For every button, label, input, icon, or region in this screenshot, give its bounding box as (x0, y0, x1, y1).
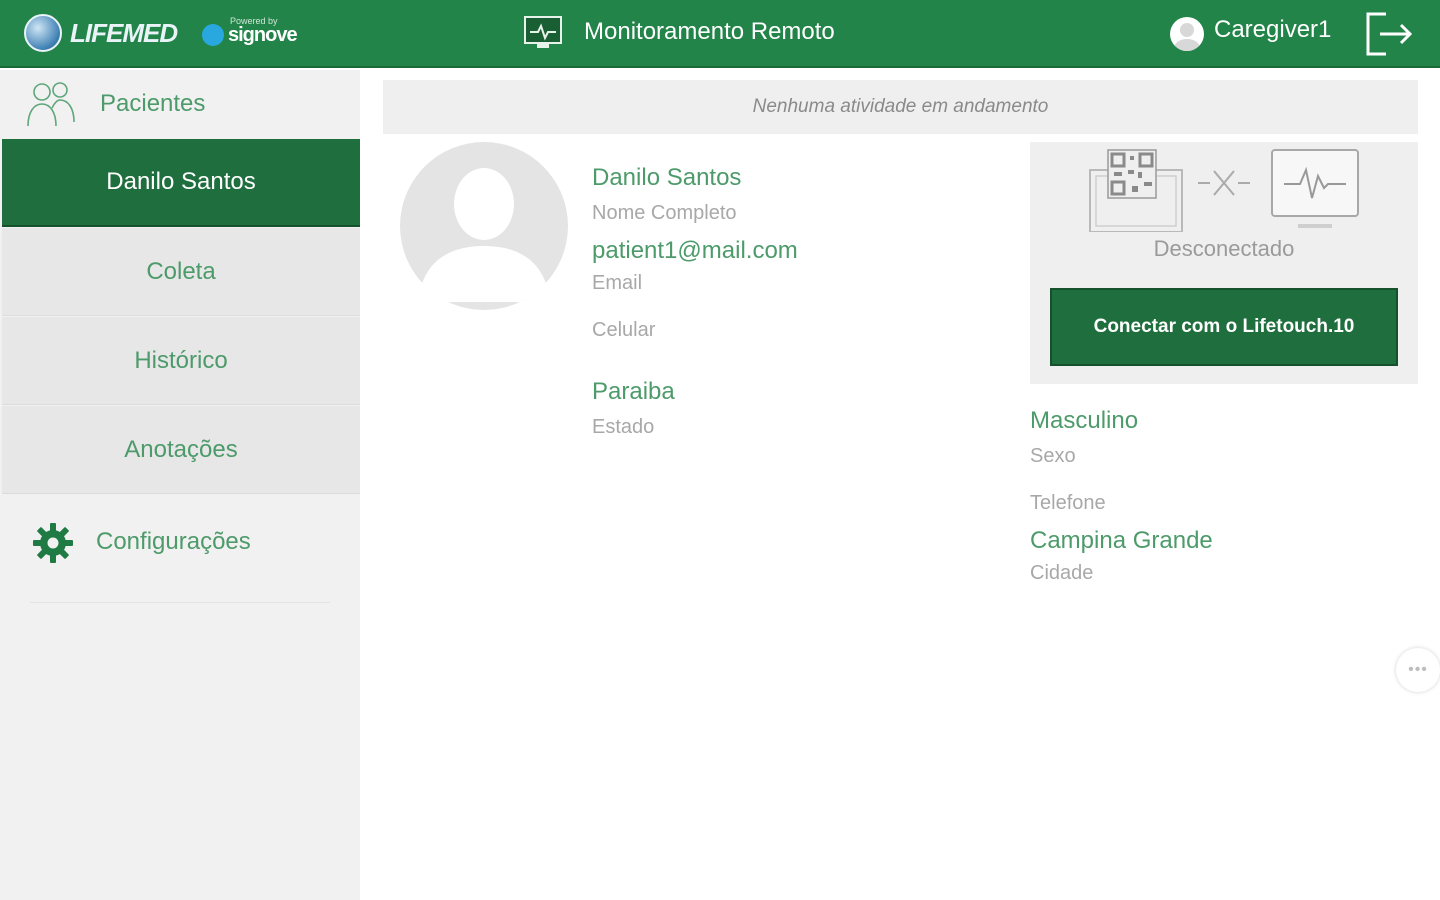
signove-icon (202, 24, 224, 46)
more-options-button[interactable]: ••• (1396, 648, 1440, 692)
divider (30, 602, 330, 603)
connect-device-button[interactable]: Conectar com o Lifetouch.10 (1050, 288, 1398, 366)
sidebar-item-patient[interactable]: Danilo Santos (2, 139, 360, 227)
sidebar-item-label: Anotações (124, 435, 238, 463)
person-silhouette-icon (418, 168, 550, 302)
sidebar-item-label: Coleta (146, 257, 216, 285)
monitor-icon (524, 16, 562, 48)
qr-code-device-icon (1089, 149, 1183, 232)
patient-sex-label: Sexo (1030, 445, 1076, 467)
sidebar-item-settings[interactable]: Configurações (0, 498, 360, 606)
sidebar-item-anotacoes[interactable]: Anotações (2, 406, 360, 494)
sidebar-item-historico[interactable]: Histórico (2, 317, 360, 405)
user-avatar-icon[interactable] (1170, 17, 1204, 51)
sidebar-item-label: Danilo Santos (106, 168, 256, 195)
patient-city-label: Cidade (1030, 562, 1094, 584)
patient-state-label: Estado (592, 416, 655, 438)
patient-sex: Masculino (1030, 407, 1139, 434)
connection-status: Desconectado (1153, 236, 1295, 261)
patient-city: Campina Grande (1030, 527, 1213, 554)
brand-name: LIFEMED (70, 17, 178, 48)
logout-icon[interactable] (1364, 10, 1414, 58)
gear-icon (33, 523, 73, 563)
more-dots-icon: ••• (1408, 661, 1428, 678)
sidebar-item-label: Histórico (134, 346, 228, 374)
globe-icon (24, 14, 62, 52)
sidebar-patients-header[interactable]: Pacientes (0, 70, 360, 138)
partner-name: signove (228, 24, 298, 46)
patient-state: Paraiba (592, 378, 675, 405)
disconnected-x-icon (1198, 170, 1250, 196)
activity-message: Nenhuma atividade em andamento (752, 96, 1049, 117)
activity-status-bar: Nenhuma atividade em andamento (383, 80, 1418, 134)
ecg-monitor-icon (1271, 149, 1359, 228)
settings-label: Configurações (96, 528, 251, 555)
sidebar: Pacientes Danilo Santos Coleta Histórico… (0, 70, 360, 900)
patients-icon (27, 82, 75, 127)
sidebar-item-coleta[interactable]: Coleta (2, 228, 360, 316)
top-bar: LIFEMED Powered by signove Monitoramento… (0, 0, 1440, 68)
device-connection-panel: Desconectado Conectar com o Lifetouch.10 (1030, 142, 1418, 384)
patient-avatar (400, 142, 568, 310)
patient-name: Danilo Santos (592, 164, 742, 191)
patient-email: patient1@mail.com (592, 237, 798, 264)
page-title: Monitoramento Remoto (584, 18, 835, 45)
patient-mobile-label: Celular (592, 319, 656, 341)
patients-label: Pacientes (100, 90, 206, 117)
lifemed-logo: LIFEMED (24, 12, 178, 54)
patient-name-label: Nome Completo (592, 202, 737, 224)
patient-email-label: Email (592, 272, 643, 294)
username[interactable]: Caregiver1 (1214, 16, 1331, 44)
patient-phone-label: Telefone (1030, 492, 1106, 514)
